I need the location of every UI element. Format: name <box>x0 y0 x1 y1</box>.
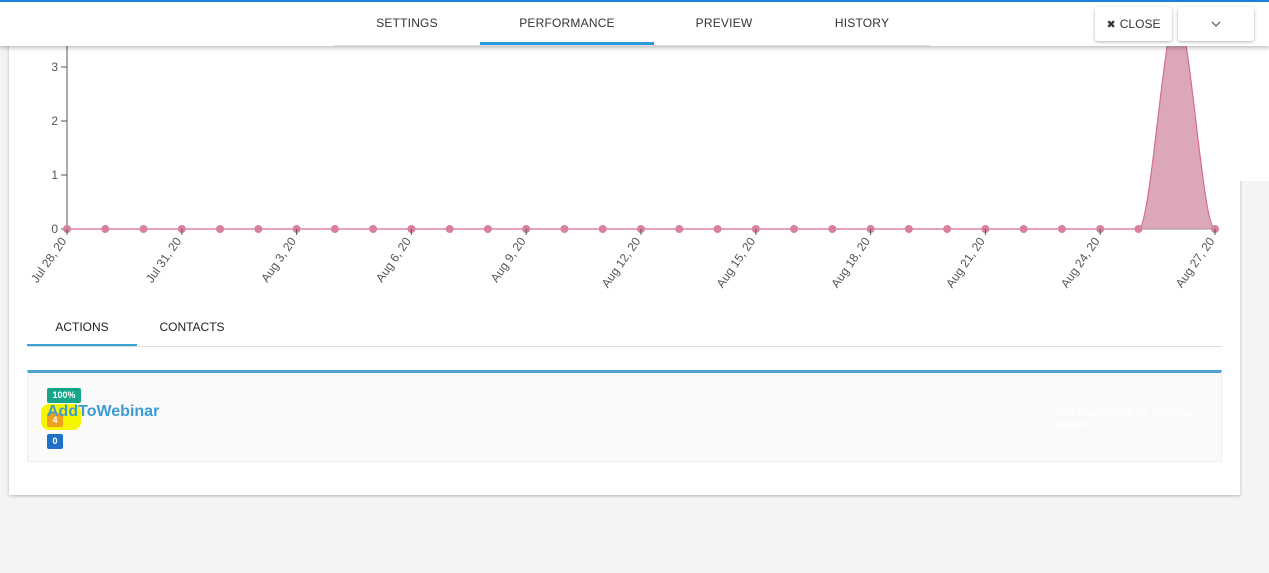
percent-badge: 100% <box>47 388 81 403</box>
tab-contacts[interactable]: CONTACTS <box>137 311 247 346</box>
data-point <box>675 225 684 233</box>
data-point <box>1134 225 1143 233</box>
data-point <box>445 225 454 233</box>
x-tick-label: Aug 3, 20 <box>258 234 299 284</box>
x-tick-label: Jul 31, 20 <box>143 234 185 285</box>
performance-chart: 0 1 2 3 Jul 28, 20 Jul 31, 20 Aug 3, 20 Aug 6, … <box>28 9 1219 290</box>
x-tick-label: Aug 6, 20 <box>373 234 414 284</box>
x-tick-label: Aug 18, 20 <box>828 234 873 290</box>
y-tick-label: 0 <box>51 222 58 236</box>
data-point <box>790 225 799 233</box>
data-point <box>598 225 607 233</box>
data-point <box>330 225 339 233</box>
data-point <box>216 225 225 233</box>
tab-history[interactable]: HISTORY <box>794 2 930 45</box>
data-point <box>1019 225 1028 233</box>
close-label: CLOSE <box>1119 17 1161 31</box>
close-button[interactable]: ✖ CLOSE <box>1095 7 1172 41</box>
tab-actions[interactable]: ACTIONS <box>27 311 137 346</box>
data-point <box>1057 225 1066 233</box>
data-point <box>139 225 148 233</box>
dropdown-button[interactable] <box>1178 7 1254 41</box>
tab-performance[interactable]: PERFORMANCE <box>480 2 654 45</box>
x-tick-label: Aug 12, 20 <box>599 234 644 290</box>
data-point <box>254 225 263 233</box>
x-tick-label: Aug 21, 20 <box>943 234 988 290</box>
blue-count-badge: 0 <box>47 434 63 449</box>
data-point <box>560 225 569 233</box>
data-point <box>828 225 837 233</box>
chevron-down-icon <box>1211 21 1221 27</box>
action-name[interactable]: AddToWebinar <box>47 403 159 421</box>
x-icon: ✖ <box>1106 18 1116 31</box>
action-item[interactable]: 100% 4 AddToWebinar 0 Add Registrant To … <box>27 370 1222 462</box>
y-tick-label: 2 <box>51 114 58 128</box>
data-point <box>713 225 722 233</box>
x-tick-label: Aug 9, 20 <box>488 234 529 284</box>
y-tick-label: 3 <box>51 60 58 74</box>
data-point <box>904 225 913 233</box>
tab-bar: SETTINGS PERFORMANCE PREVIEW HISTORY <box>334 2 930 46</box>
x-tick-label: Jul 28, 20 <box>28 234 70 285</box>
data-point <box>369 225 378 233</box>
data-point <box>101 225 110 233</box>
sub-tab-bar: ACTIONS CONTACTS <box>27 311 1222 347</box>
data-point <box>943 225 952 233</box>
x-tick-label: Aug 15, 20 <box>713 234 758 290</box>
y-tick-label: 1 <box>51 168 58 182</box>
header: SETTINGS PERFORMANCE PREVIEW HISTORY ✖ C… <box>0 0 1269 46</box>
action-description: Add Registrant To Webinar Action <box>1053 407 1195 431</box>
tab-preview[interactable]: PREVIEW <box>654 2 794 45</box>
x-tick-label: Aug 27, 20 <box>1173 234 1218 290</box>
tab-settings[interactable]: SETTINGS <box>334 2 480 45</box>
x-tick-label: Aug 24, 20 <box>1058 234 1103 290</box>
data-point <box>483 225 492 233</box>
